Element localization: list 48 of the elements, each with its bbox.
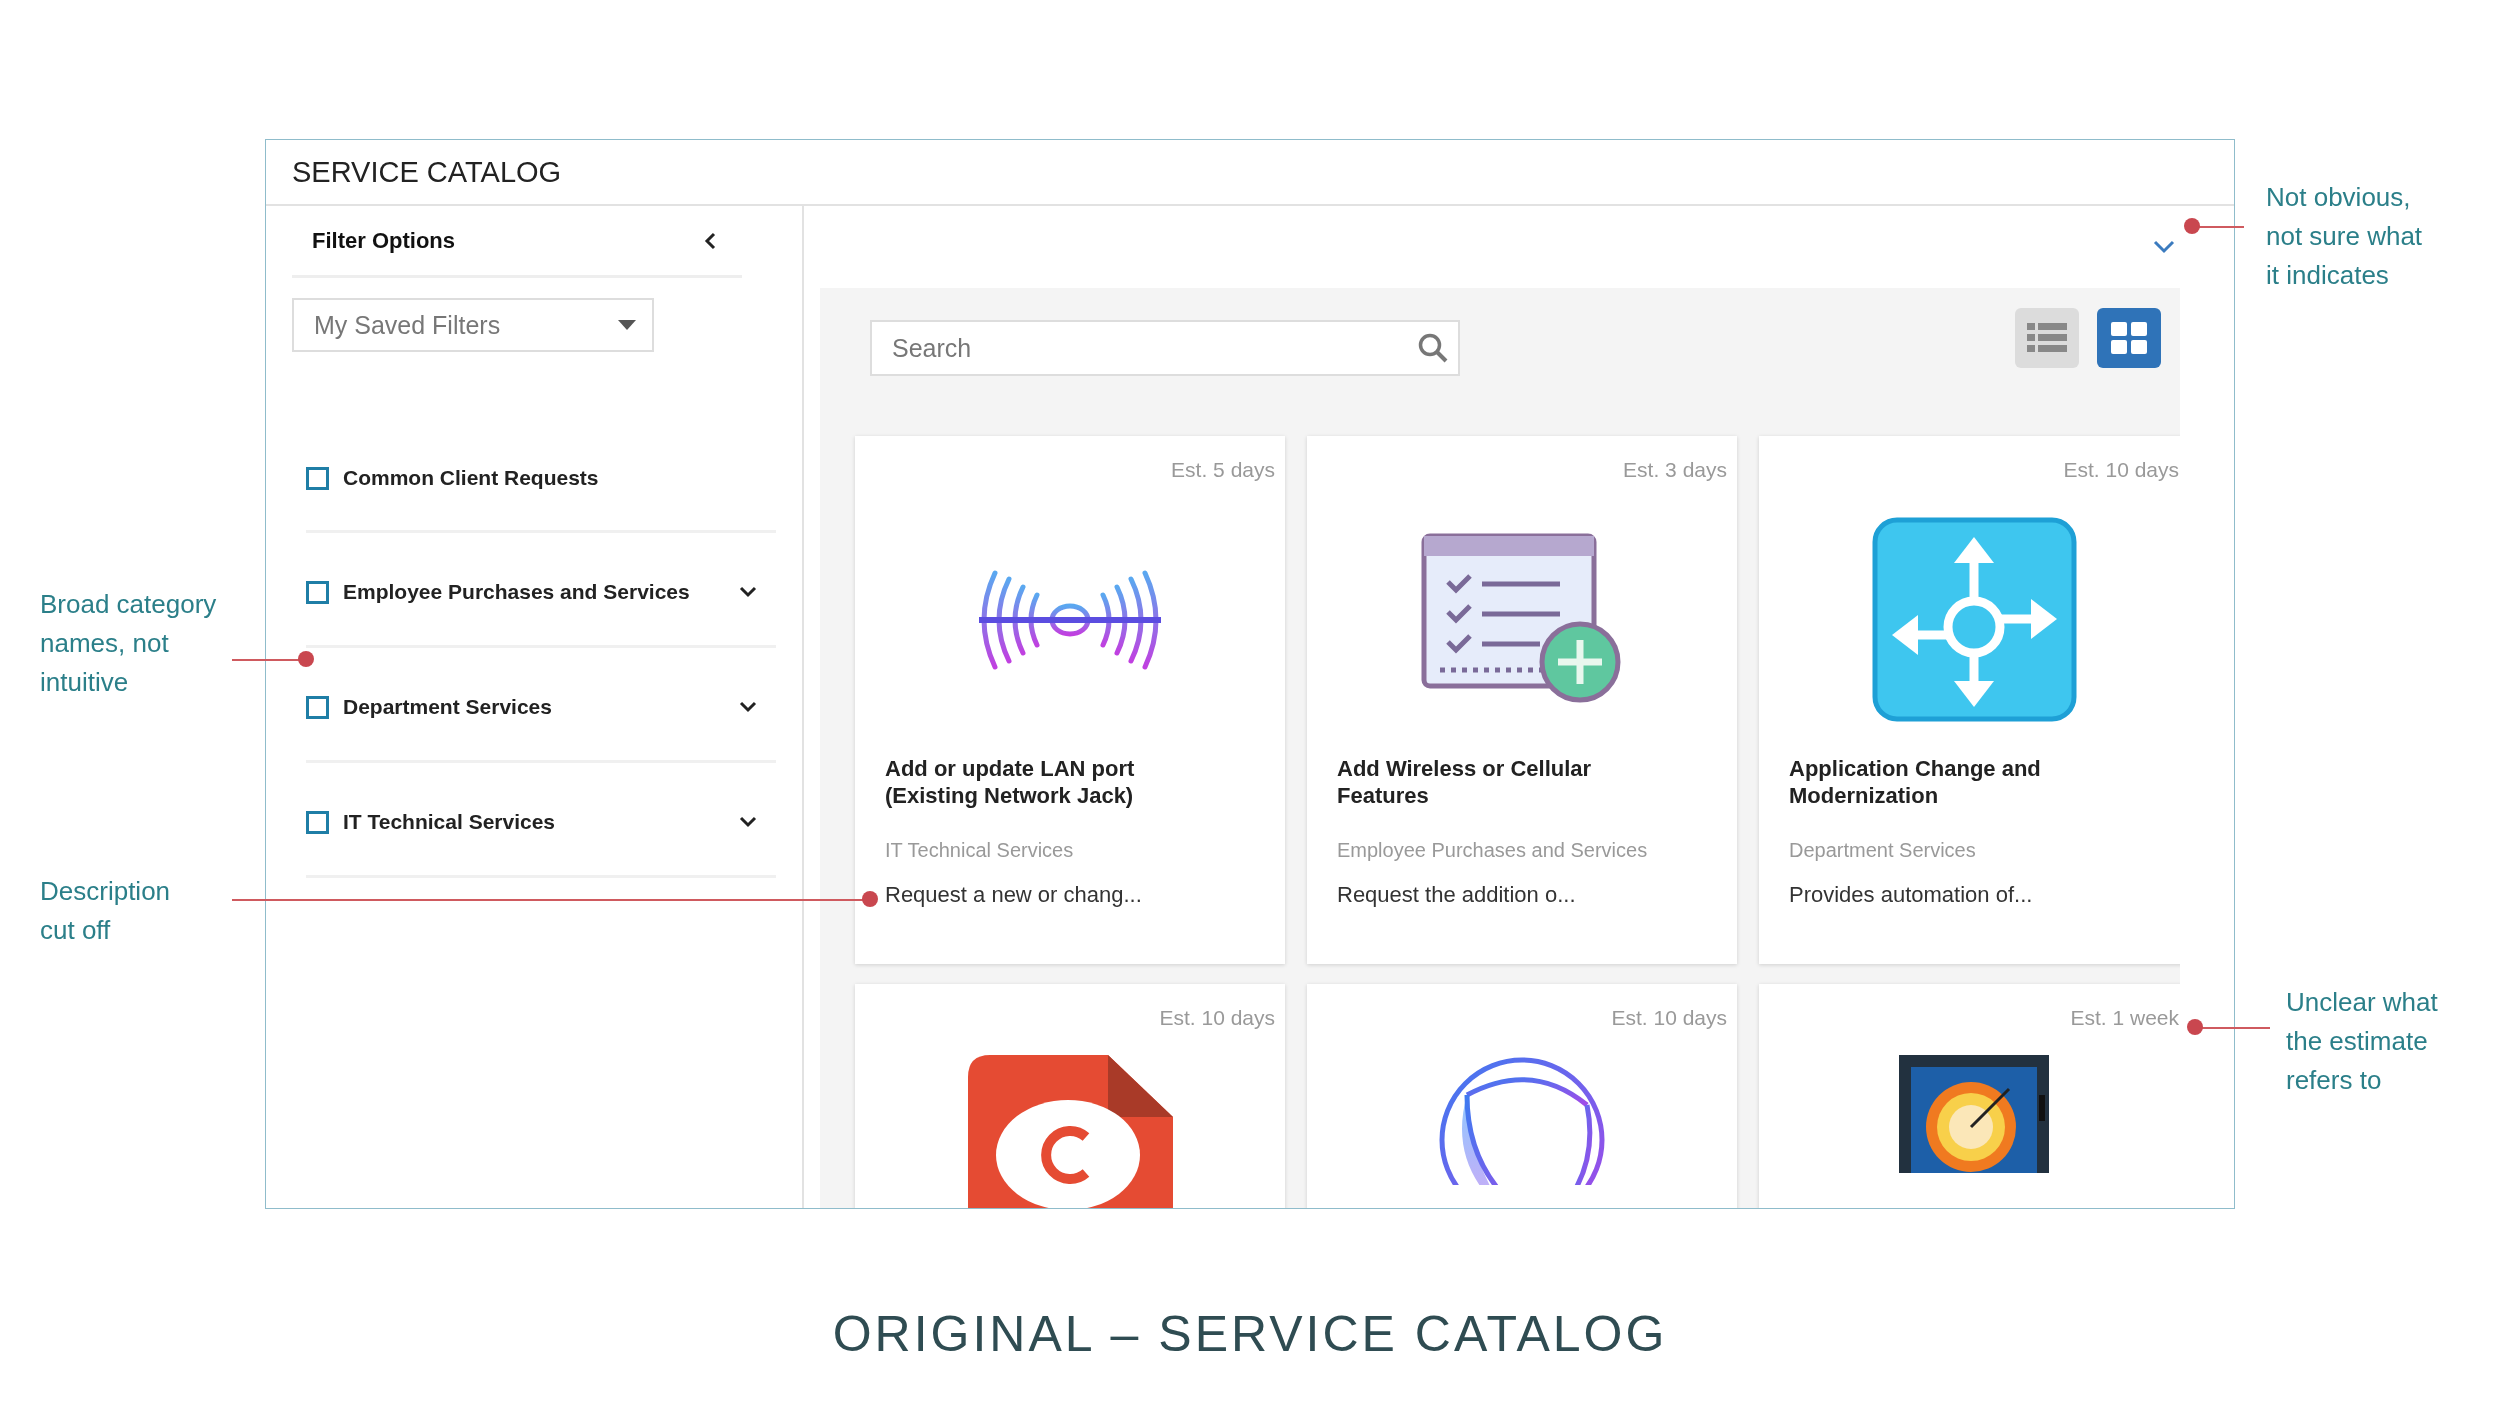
saved-filters-dropdown[interactable]: My Saved Filters: [292, 298, 654, 352]
card-category: Department Services: [1789, 839, 1977, 862]
arrows-app-icon: [1871, 517, 2077, 722]
checkbox[interactable]: [306, 580, 329, 604]
search-field[interactable]: Search: [870, 320, 1460, 376]
grid-icon: [2111, 322, 2147, 354]
annotation-note: Description cut off: [40, 875, 172, 947]
expand-chevron-icon[interactable]: [738, 585, 758, 599]
list-view-button[interactable]: [2015, 308, 2079, 368]
card-category: IT Technical Services: [885, 839, 1075, 862]
card-description: Request a new or chang...: [885, 882, 1143, 908]
card-description: Provides automation of...: [1789, 882, 2034, 908]
window-title: SERVICE CATALOG: [292, 155, 562, 189]
annotation-note: Unclear what the estimate refers to: [2286, 986, 2439, 1097]
category-label[interactable]: Department Services: [343, 695, 724, 719]
list-icon: [2027, 323, 2067, 353]
dropdown-caret-icon[interactable]: [618, 320, 636, 330]
category-label[interactable]: IT Technical Services: [343, 810, 724, 834]
dial-icon: [1899, 1055, 2049, 1173]
expand-chevron-icon[interactable]: [738, 815, 758, 829]
service-card[interactable]: Est. 10 days Application Change and Modernization Department Services Provides automation of...: [1759, 436, 2180, 964]
slide-caption: ORIGINAL – SERVICE CATALOG: [831, 1305, 1669, 1363]
card-title: Application Change and Modernization: [1789, 755, 2042, 809]
card-title: Add or update LAN port (Existing Network Jack): [885, 755, 1136, 809]
annotation-note: Not obvious, not sure what it indicates: [2266, 181, 2424, 292]
service-card[interactable]: Est. 5 days Add or update LAN port (Existing Network Jack) IT Technical Services Request a new or chang...: [855, 436, 1285, 964]
checkbox[interactable]: [306, 466, 329, 490]
estimate-label: Est. 10 days: [1159, 1006, 1275, 1030]
category-label[interactable]: Common Client Requests: [343, 466, 724, 490]
annotation-note: Broad category names, not intuitive: [40, 588, 218, 699]
service-card[interactable]: Est. 3 days Add Wireless or Cellular Features Employee Purchases and Services Request the addition o...: [1307, 436, 1737, 964]
estimate-label: Est. 5 days: [1171, 458, 1275, 482]
checkbox[interactable]: [306, 810, 329, 834]
card-description: Request the addition o...: [1337, 882, 1577, 908]
estimate-label: Est. 10 days: [2063, 458, 2179, 482]
estimate-label: Est. 1 week: [2070, 1006, 2179, 1030]
card-category: Employee Purchases and Services: [1337, 839, 1649, 862]
filter-options-title: Filter Options: [312, 227, 455, 254]
search-icon[interactable]: [1418, 333, 1448, 363]
chevron-down-icon[interactable]: [2152, 239, 2176, 255]
expand-chevron-icon[interactable]: [738, 700, 758, 714]
sphere-outline-icon: [1437, 1055, 1607, 1185]
grid-view-button[interactable]: [2097, 308, 2161, 368]
card-title: Add Wireless or Cellular Features: [1337, 755, 1593, 809]
estimate-label: Est. 10 days: [1611, 1006, 1727, 1030]
estimate-label: Est. 3 days: [1623, 458, 1727, 482]
checkbox[interactable]: [306, 695, 329, 719]
category-label[interactable]: Employee Purchases and Services: [343, 580, 724, 604]
